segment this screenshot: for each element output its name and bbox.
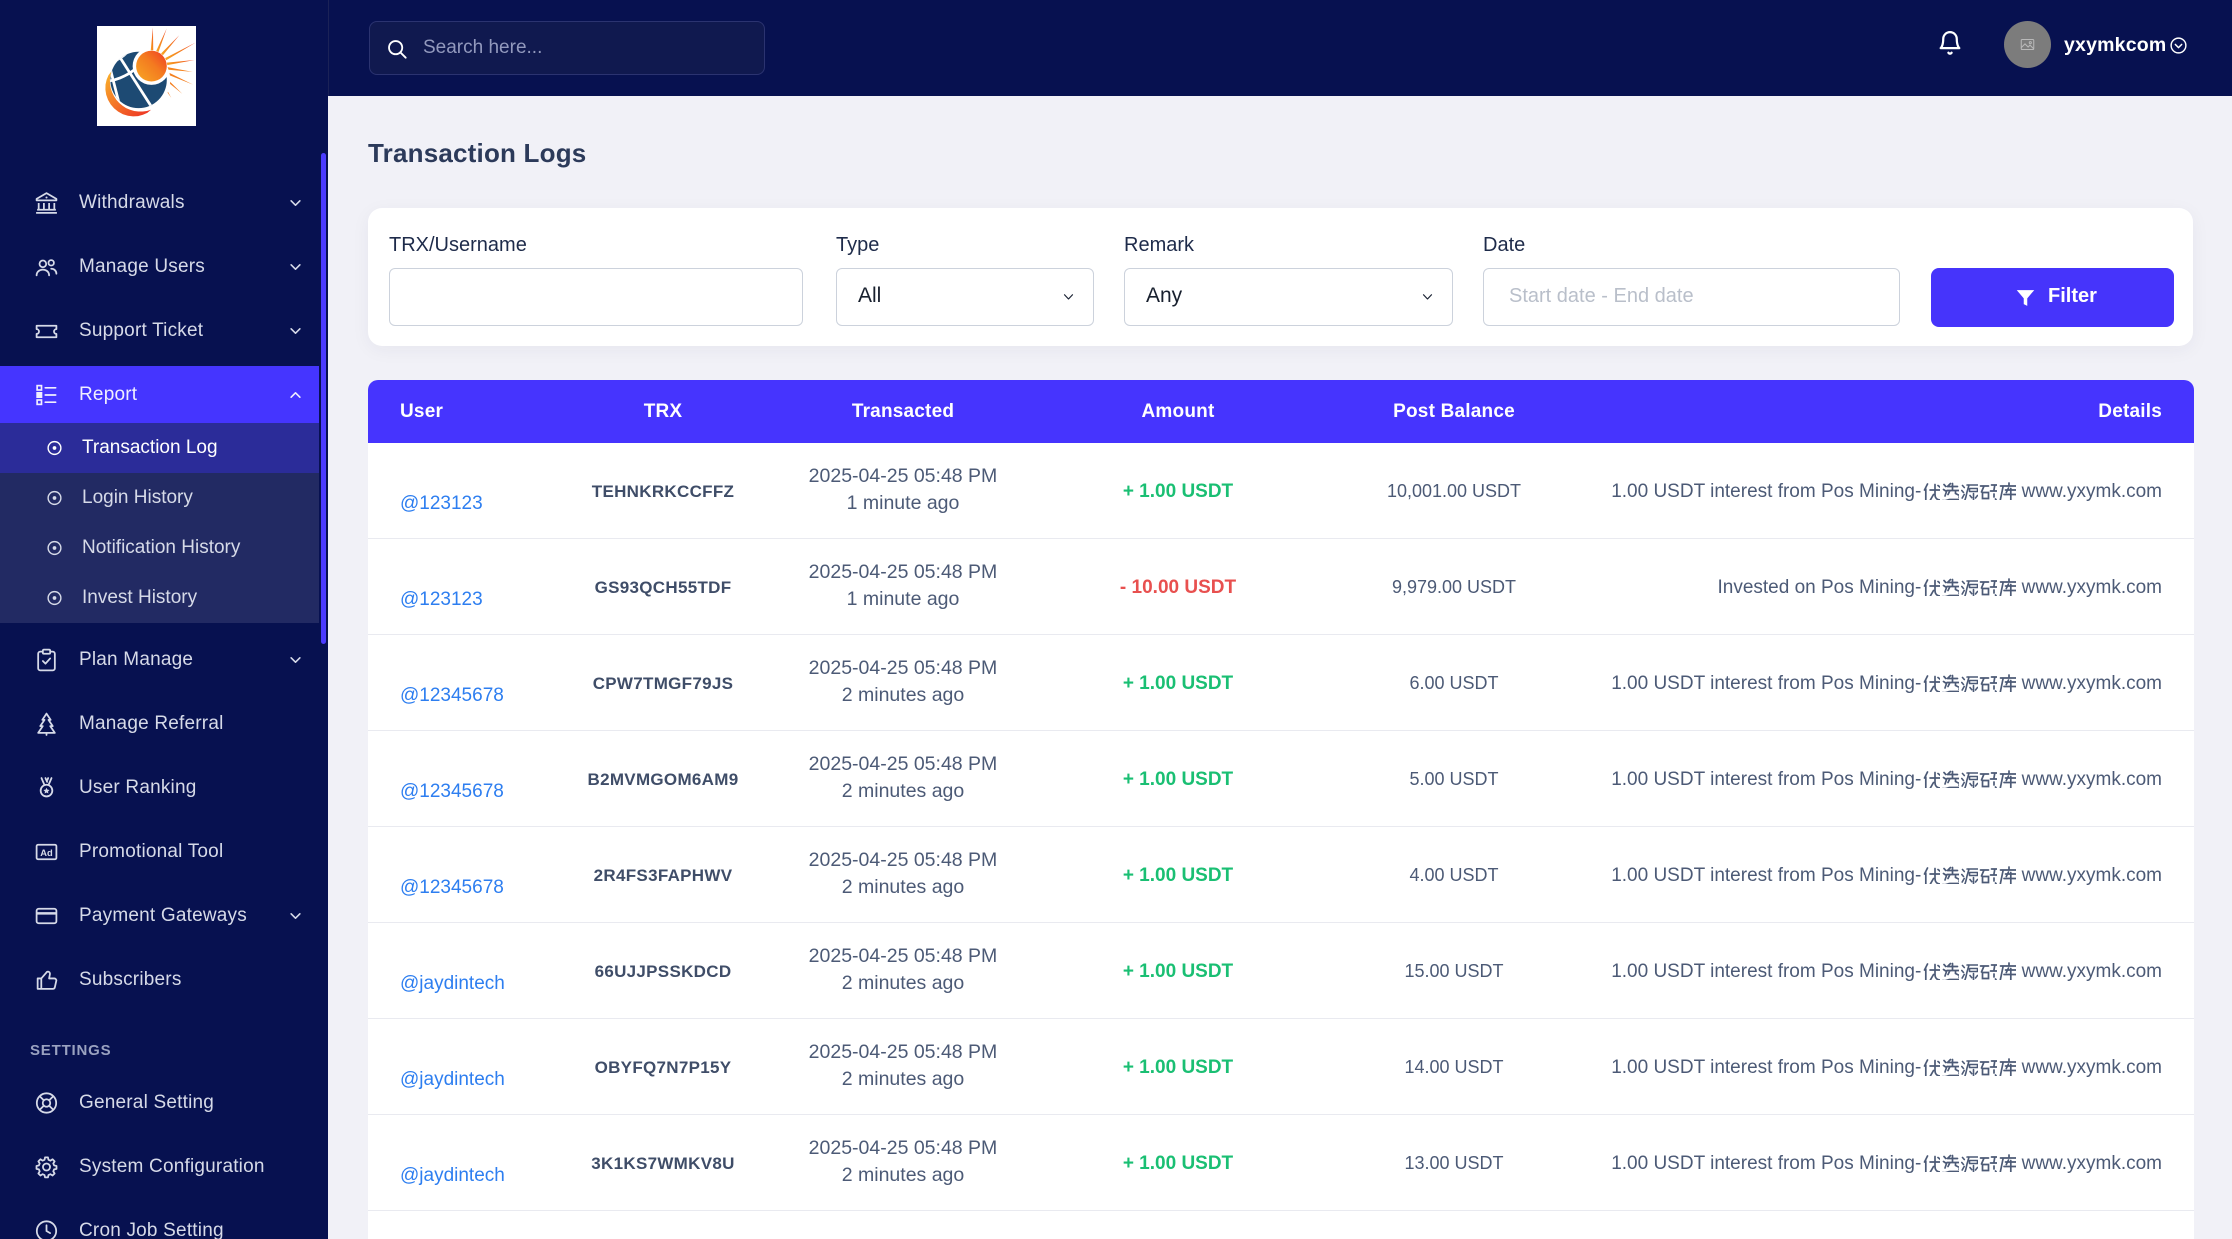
svg-text:Ad: Ad — [40, 847, 53, 857]
